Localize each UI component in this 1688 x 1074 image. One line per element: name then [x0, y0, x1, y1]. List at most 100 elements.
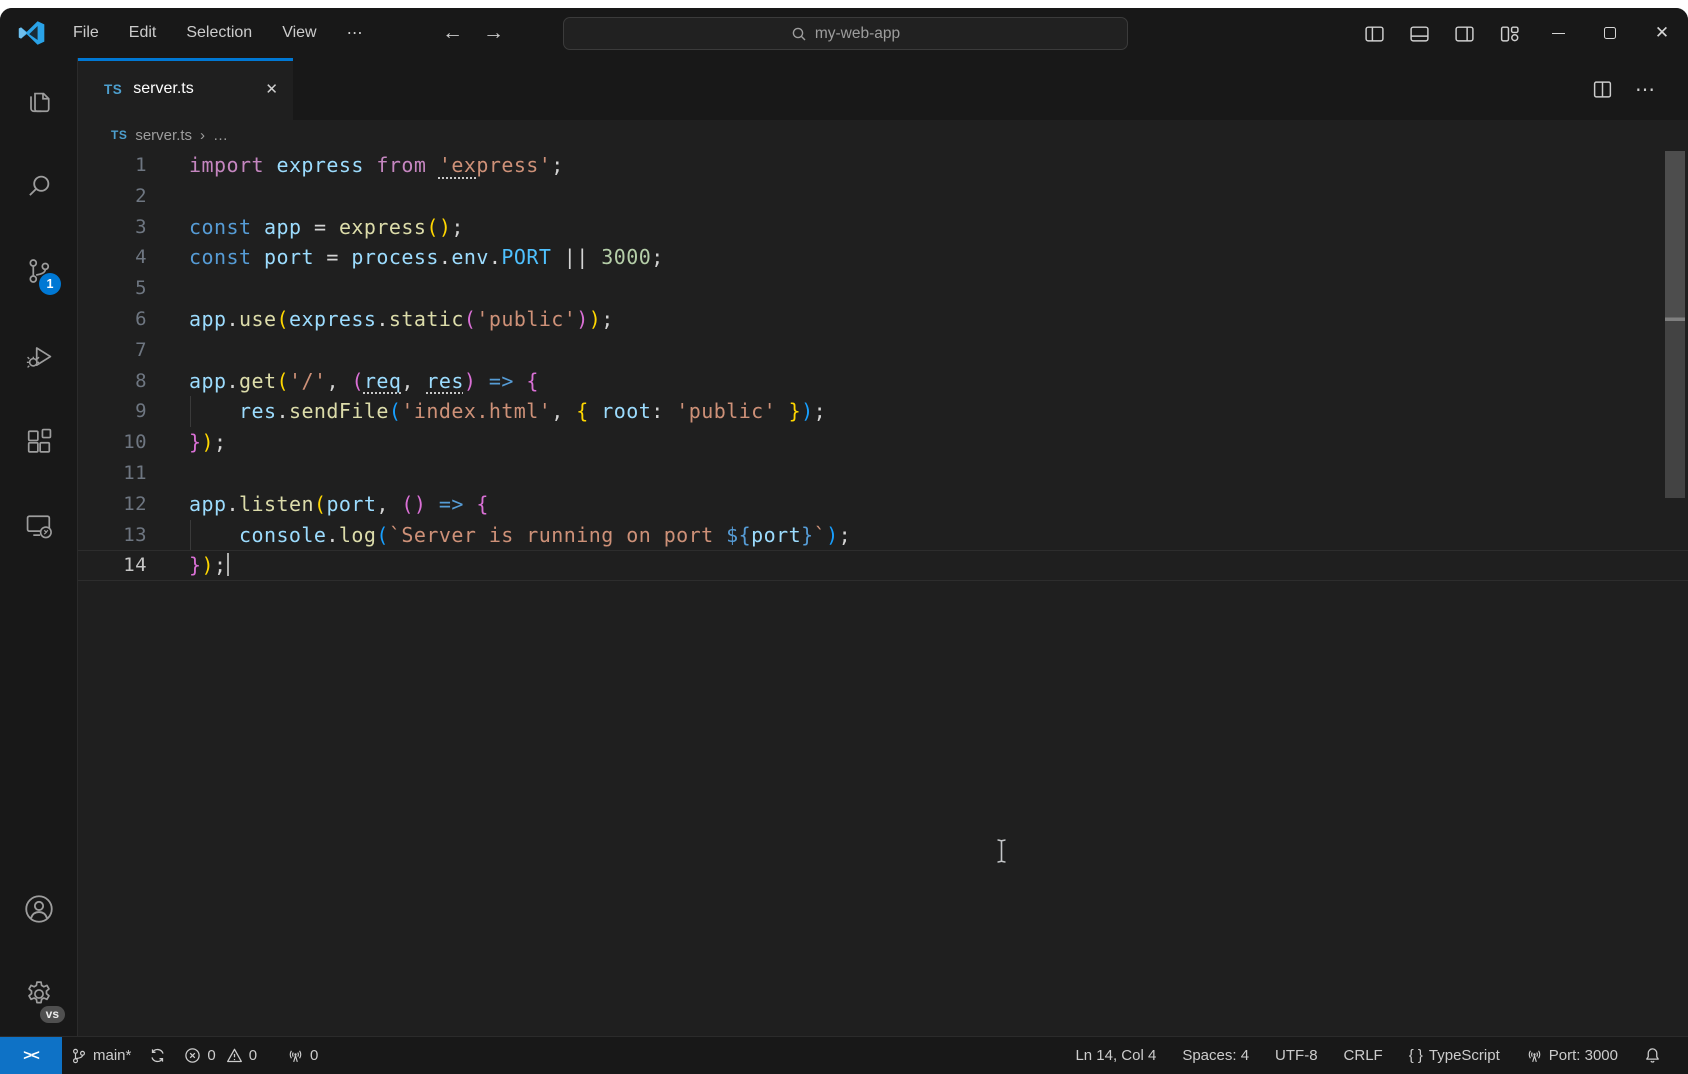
files-icon: [23, 85, 55, 117]
breadcrumb-more[interactable]: …: [213, 127, 228, 144]
sidebar-item-run-debug[interactable]: [0, 313, 78, 398]
maximize-button[interactable]: [1584, 8, 1636, 58]
port-forward-status[interactable]: Port: 3000: [1513, 1037, 1631, 1074]
menu-overflow[interactable]: ⋯: [332, 17, 378, 49]
line-number: 6: [78, 304, 147, 335]
code-text: console.log(`Server is running on port $…: [189, 520, 851, 551]
indent-guide: [190, 396, 191, 427]
code-line[interactable]: 14});: [78, 550, 1688, 581]
code-line[interactable]: 5: [78, 273, 1688, 304]
code-text: const app = express();: [189, 212, 464, 243]
sidebar-item-explorer[interactable]: [0, 58, 78, 143]
line-number: 3: [78, 212, 147, 243]
status-bar: >< main*: [0, 1036, 1688, 1074]
sidebar-item-accounts[interactable]: [0, 866, 78, 951]
menu-file[interactable]: File: [58, 18, 114, 48]
close-button[interactable]: ✕: [1636, 8, 1688, 58]
code-line[interactable]: 1import express from 'express';: [78, 150, 1688, 181]
indent-guide: [190, 520, 191, 551]
status-right: Ln 14, Col 4 Spaces: 4 UTF-8 CRLF { } Ty…: [1062, 1037, 1688, 1074]
breadcrumb-separator-icon: ›: [200, 127, 205, 144]
indentation-status[interactable]: Spaces: 4: [1169, 1037, 1262, 1074]
git-branch-status[interactable]: main*: [62, 1037, 140, 1074]
code-line[interactable]: 10});: [78, 427, 1688, 458]
cursor-position-status[interactable]: Ln 14, Col 4: [1062, 1037, 1169, 1074]
line-number: 9: [78, 396, 147, 427]
line-number: 7: [78, 335, 147, 366]
source-control-badge: 1: [39, 273, 61, 295]
encoding-status[interactable]: UTF-8: [1262, 1037, 1331, 1074]
ports-count: 0: [310, 1047, 318, 1064]
more-actions-icon[interactable]: ⋯: [1635, 77, 1656, 102]
command-center-search[interactable]: my-web-app: [563, 17, 1128, 50]
code-text: });: [189, 550, 229, 581]
code-line[interactable]: 9 res.sendFile('index.html', { root: 'pu…: [78, 396, 1688, 427]
code-line[interactable]: 11: [78, 458, 1688, 489]
sidebar-item-search[interactable]: [0, 143, 78, 228]
radio-tower-icon: [1526, 1047, 1543, 1064]
menu-edit[interactable]: Edit: [114, 18, 172, 48]
code-text: app.use(express.static('public'));: [189, 304, 614, 335]
remote-indicator[interactable]: ><: [0, 1037, 62, 1074]
extensions-icon: [23, 425, 55, 457]
eol-status[interactable]: CRLF: [1331, 1037, 1396, 1074]
sync-changes-button[interactable]: [140, 1037, 175, 1074]
code-line[interactable]: 3 const app = express();: [78, 212, 1688, 243]
code-editor[interactable]: 1import express from 'express';23 const a…: [78, 150, 1688, 1036]
forward-arrow-icon[interactable]: →: [483, 21, 504, 45]
workbench: 1: [0, 58, 1688, 1036]
remote-explorer-icon: [23, 510, 55, 542]
code-text: const port = process.env.PORT || 3000;: [189, 242, 664, 273]
git-branch-icon: [71, 1048, 87, 1064]
line-number: 14: [78, 550, 147, 581]
tab-server-ts[interactable]: TS server.ts ✕: [78, 58, 293, 120]
toggle-panel-icon[interactable]: [1397, 8, 1442, 58]
status-left: main* 0 0: [62, 1037, 327, 1074]
radio-tower-icon: [287, 1047, 304, 1064]
port-forward-label: Port: 3000: [1549, 1047, 1618, 1064]
notifications-button[interactable]: [1631, 1037, 1674, 1074]
sidebar-item-extensions[interactable]: [0, 398, 78, 483]
code-line[interactable]: 4const port = process.env.PORT || 3000;: [78, 242, 1688, 273]
code-line[interactable]: 8app.get('/', (req, res) => {: [78, 366, 1688, 397]
breadcrumb: TS server.ts › …: [78, 120, 1688, 150]
line-number: 5: [78, 273, 147, 304]
titlebar: File Edit Selection View ⋯ ← → my-web-ap…: [0, 8, 1688, 58]
line-number: 1: [78, 150, 147, 181]
sidebar-item-manage[interactable]: vs: [0, 951, 78, 1036]
typescript-file-icon: TS: [111, 128, 127, 142]
editor-scrollbar[interactable]: [1665, 151, 1685, 498]
code-line[interactable]: 2: [78, 181, 1688, 212]
toggle-primary-sidebar-icon[interactable]: [1352, 8, 1397, 58]
split-editor-icon[interactable]: [1592, 79, 1613, 100]
branch-name: main*: [93, 1047, 131, 1064]
search-icon: [23, 170, 55, 202]
code-line[interactable]: 6 app.use(express.static('public'));: [78, 304, 1688, 335]
warning-icon: [226, 1047, 243, 1064]
line-number: 11: [78, 458, 147, 489]
customize-layout-icon[interactable]: [1487, 8, 1532, 58]
tab-close-icon[interactable]: ✕: [265, 80, 278, 98]
breadcrumb-file[interactable]: server.ts: [135, 127, 192, 144]
back-arrow-icon[interactable]: ←: [442, 21, 463, 45]
code-line[interactable]: 13 console.log(`Server is running on por…: [78, 520, 1688, 551]
sidebar-item-remote-explorer[interactable]: [0, 483, 78, 568]
warning-count: 0: [249, 1047, 257, 1064]
activity-bar: 1: [0, 58, 78, 1036]
mouse-ibeam-cursor: [994, 838, 1009, 864]
menu-selection[interactable]: Selection: [171, 18, 267, 48]
activity-bar-spacer: [0, 568, 77, 866]
sidebar-item-source-control[interactable]: 1: [0, 228, 78, 313]
language-mode-status[interactable]: { } TypeScript: [1396, 1037, 1513, 1074]
code-line[interactable]: 12app.listen(port, () => {: [78, 489, 1688, 520]
sync-icon: [149, 1047, 166, 1064]
minimize-button[interactable]: [1532, 8, 1584, 58]
toggle-secondary-sidebar-icon[interactable]: [1442, 8, 1487, 58]
menu-view[interactable]: View: [267, 18, 331, 48]
error-icon: [184, 1047, 201, 1064]
forwarded-ports-status[interactable]: 0: [278, 1037, 327, 1074]
problems-status[interactable]: 0 0: [175, 1037, 266, 1074]
account-icon: [22, 892, 56, 926]
code-line[interactable]: 7: [78, 335, 1688, 366]
profile-badge: vs: [40, 1006, 65, 1023]
